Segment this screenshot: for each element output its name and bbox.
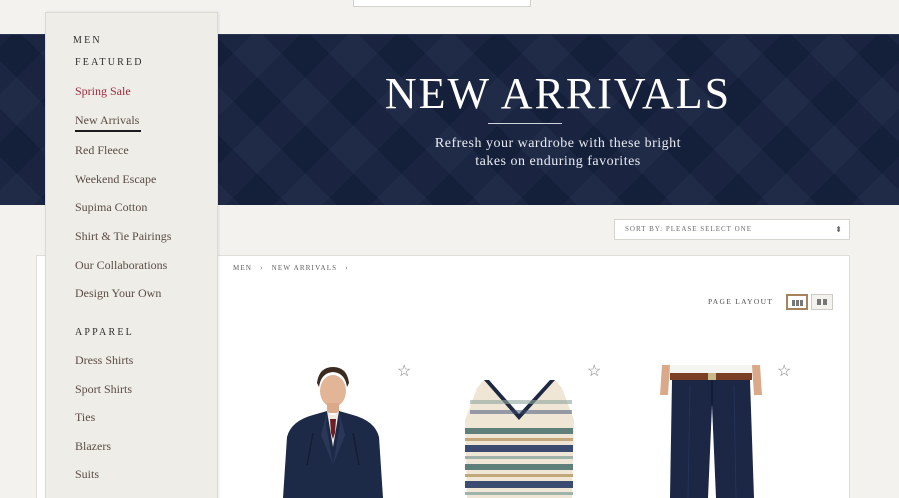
product-image-navy-blazer-outfit[interactable] [283,365,383,498]
page-layout-label: PAGE LAYOUT [708,297,774,306]
breadcrumb: MEN › NEW ARRIVALS › [233,264,354,272]
search-field-stub[interactable] [353,0,531,7]
two-column-grid-icon[interactable] [811,294,833,310]
hero-title: NEW ARRIVALS [384,69,732,118]
product-image-navy-trousers-with-belt[interactable] [660,365,762,498]
page: NEW ARRIVALS Refresh your wardrobe with … [0,0,899,498]
sidebar-item-blazers[interactable]: Blazers [75,439,111,454]
sidebar-item-supima-cotton[interactable]: Supima Cotton [75,200,147,215]
sidebar-item-shirt-tie-pairings[interactable]: Shirt & Tie Pairings [75,229,171,244]
sidebar-item-design-your-own[interactable]: Design Your Own [75,286,161,301]
breadcrumb-separator: › [345,264,349,272]
up-down-arrows-icon: ⬍ [835,225,843,234]
breadcrumb-item-men[interactable]: MEN [233,264,252,272]
sidebar-item-weekend-escape[interactable]: Weekend Escape [75,172,156,187]
sidebar-item-ties[interactable]: Ties [75,410,95,425]
sidebar-item-dress-shirts[interactable]: Dress Shirts [75,353,133,368]
sidebar-item-new-arrivals[interactable]: New Arrivals [75,113,142,132]
sidebar-item-spring-sale[interactable]: Spring Sale [75,84,131,99]
sidebar-item-our-collaborations[interactable]: Our Collaborations [75,258,167,273]
hero-subtitle-line: takes on enduring favorites [475,154,641,169]
breadcrumb-item-new-arrivals[interactable]: NEW ARRIVALS [272,264,338,272]
star-icon[interactable]: ☆ [777,364,791,380]
sidebar-item-suits[interactable]: Suits [75,467,99,482]
sort-dropdown[interactable]: SORT BY: PLEASE SELECT ONE ⬍ [614,219,850,240]
product-image-fair-isle-sweater-vest[interactable] [462,380,577,498]
hero-subtitle: Refresh your wardrobe with these bright … [217,135,899,171]
sort-label: SORT BY: PLEASE SELECT ONE [625,225,752,233]
sidebar-heading-men: MEN [73,35,102,46]
hero-subtitle-line: Refresh your wardrobe with these bright [434,136,682,151]
star-icon[interactable]: ☆ [587,364,601,380]
sidebar-item-red-fleece[interactable]: Red Fleece [75,143,129,158]
category-sidebar: MEN FEATURED Spring Sale New Arrivals Re… [45,12,218,498]
sidebar-item-sport-shirts[interactable]: Sport Shirts [75,382,132,397]
sidebar-heading-featured: FEATURED [75,57,144,68]
breadcrumb-separator: › [260,264,264,272]
star-icon[interactable]: ☆ [397,364,411,380]
sidebar-heading-apparel: APPAREL [75,327,134,338]
three-column-grid-icon[interactable] [786,294,808,310]
hero-divider [488,123,562,124]
